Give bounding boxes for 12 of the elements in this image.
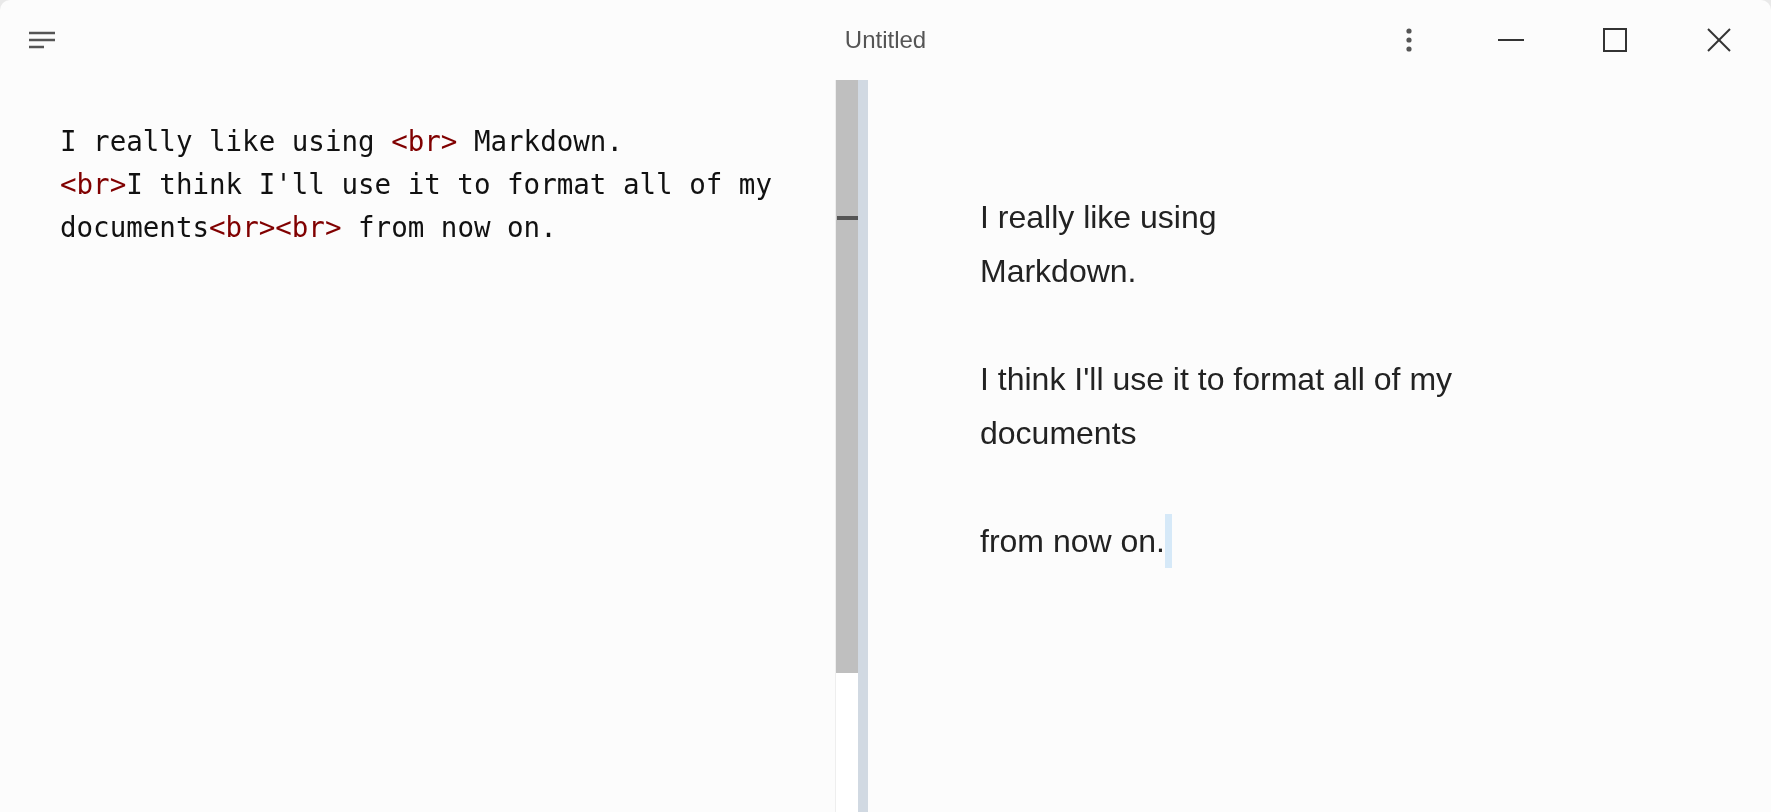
window-title: Untitled [844,26,927,54]
scroll-marker [837,216,858,220]
preview-text: documents [980,415,1137,451]
code-line: documents<br><br> from now on. [60,210,558,245]
text-cursor [1164,514,1172,568]
preview-text: Markdown. [980,253,1137,289]
preview-text: from now on. [980,523,1165,559]
preview-text: I really like using [980,199,1217,235]
code-line: I really like using <br> Markdown. [60,124,624,159]
preview-text: I think I'll use it to format all of my [980,361,1453,397]
scrollbar-thumb[interactable] [836,80,858,673]
code-line: <br>I think I'll use it to format all of my [60,167,773,202]
